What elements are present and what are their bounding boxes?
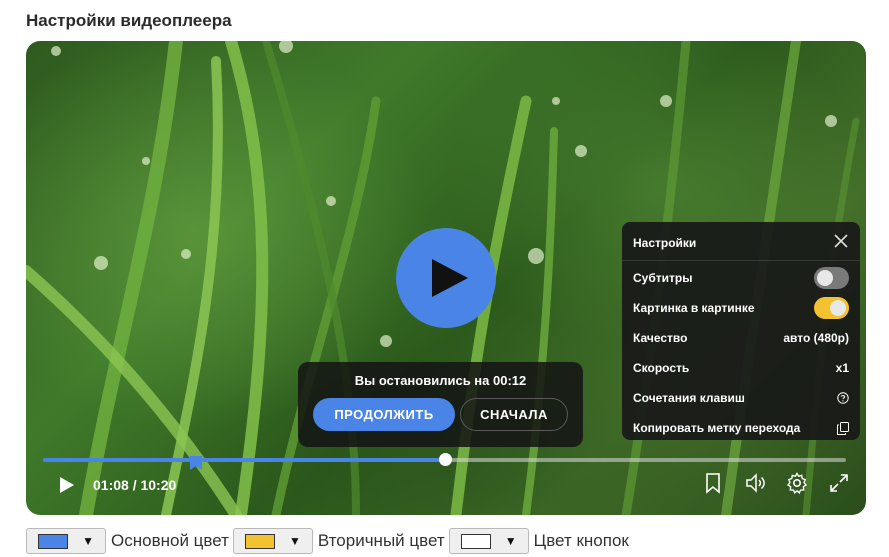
shortcuts-row[interactable]: Сочетания клавиш [633, 388, 849, 408]
page-title: Настройки видеоплеера [26, 11, 232, 30]
subtitles-row[interactable]: Субтитры [633, 267, 849, 289]
primary-color-label: Основной цвет [111, 531, 229, 550]
buttons-color-picker[interactable]: ▼ [448, 528, 529, 554]
settings-title: Настройки [633, 236, 697, 250]
quality-label: Качество [633, 331, 688, 345]
chevron-down-icon: ▼ [288, 534, 301, 548]
help-circle-icon [837, 392, 849, 404]
speed-row[interactable]: Скорость x1 [633, 358, 849, 378]
settings-header: Настройки [622, 222, 860, 261]
volume-icon[interactable] [743, 471, 767, 495]
big-play-button[interactable] [396, 228, 496, 328]
chevron-down-icon: ▼ [82, 534, 94, 548]
video-player[interactable]: Вы остановились на 00:12 ПРОДОЛЖИТЬ СНАЧ… [26, 41, 866, 515]
secondary-color-picker[interactable]: ▼ [232, 528, 313, 554]
shortcuts-label: Сочетания клавиш [633, 391, 745, 405]
color-settings-bar: ▼ Основной цвет ▼ Вторичный цвет ▼ Цвет … [26, 527, 633, 555]
settings-panel: Настройки Субтитры Картинка в картинке К… [622, 222, 860, 440]
bookmark-marker-icon[interactable] [189, 456, 202, 470]
copy-timestamp-row[interactable]: Копировать метку перехода [633, 418, 849, 438]
primary-color-picker[interactable]: ▼ [26, 528, 106, 554]
copy-timestamp-label: Копировать метку перехода [633, 421, 801, 435]
play-icon [432, 259, 468, 297]
copy-icon [837, 421, 849, 435]
pip-row[interactable]: Картинка в картинке [633, 297, 849, 319]
play-icon[interactable] [54, 473, 78, 497]
chevron-down-icon: ▼ [504, 534, 517, 548]
speed-value: x1 [835, 361, 849, 375]
subtitles-label: Субтитры [633, 271, 693, 285]
buttons-color-swatch [460, 533, 491, 549]
bookmark-icon[interactable] [701, 471, 725, 495]
fullscreen-icon[interactable] [827, 471, 851, 495]
progress-knob[interactable] [438, 453, 452, 466]
toggle-knob [830, 300, 846, 316]
gear-icon[interactable] [785, 471, 809, 495]
secondary-color-swatch [244, 533, 275, 549]
continue-button[interactable]: ПРОДОЛЖИТЬ [313, 398, 455, 431]
close-icon[interactable] [832, 232, 850, 250]
resume-message: Вы остановились на 00:12 [354, 373, 527, 388]
progress-fill [43, 458, 445, 462]
speed-label: Скорость [633, 361, 690, 375]
quality-row[interactable]: Качество авто (480p) [633, 328, 849, 348]
progress-bar[interactable] [43, 453, 846, 470]
primary-color-swatch [38, 533, 69, 549]
subtitles-toggle[interactable] [814, 267, 849, 289]
quality-value: авто (480p) [783, 331, 849, 345]
buttons-color-label: Цвет кнопок [533, 531, 629, 550]
time-display: 01:08 / 10:20 [93, 477, 177, 493]
pip-toggle[interactable] [814, 297, 849, 319]
secondary-color-label: Вторичный цвет [317, 531, 445, 550]
restart-button[interactable]: СНАЧАЛА [460, 398, 568, 431]
pip-label: Картинка в картинке [633, 301, 755, 315]
resume-popup: Вы остановились на 00:12 ПРОДОЛЖИТЬ СНАЧ… [298, 362, 583, 447]
toggle-knob [817, 270, 833, 286]
